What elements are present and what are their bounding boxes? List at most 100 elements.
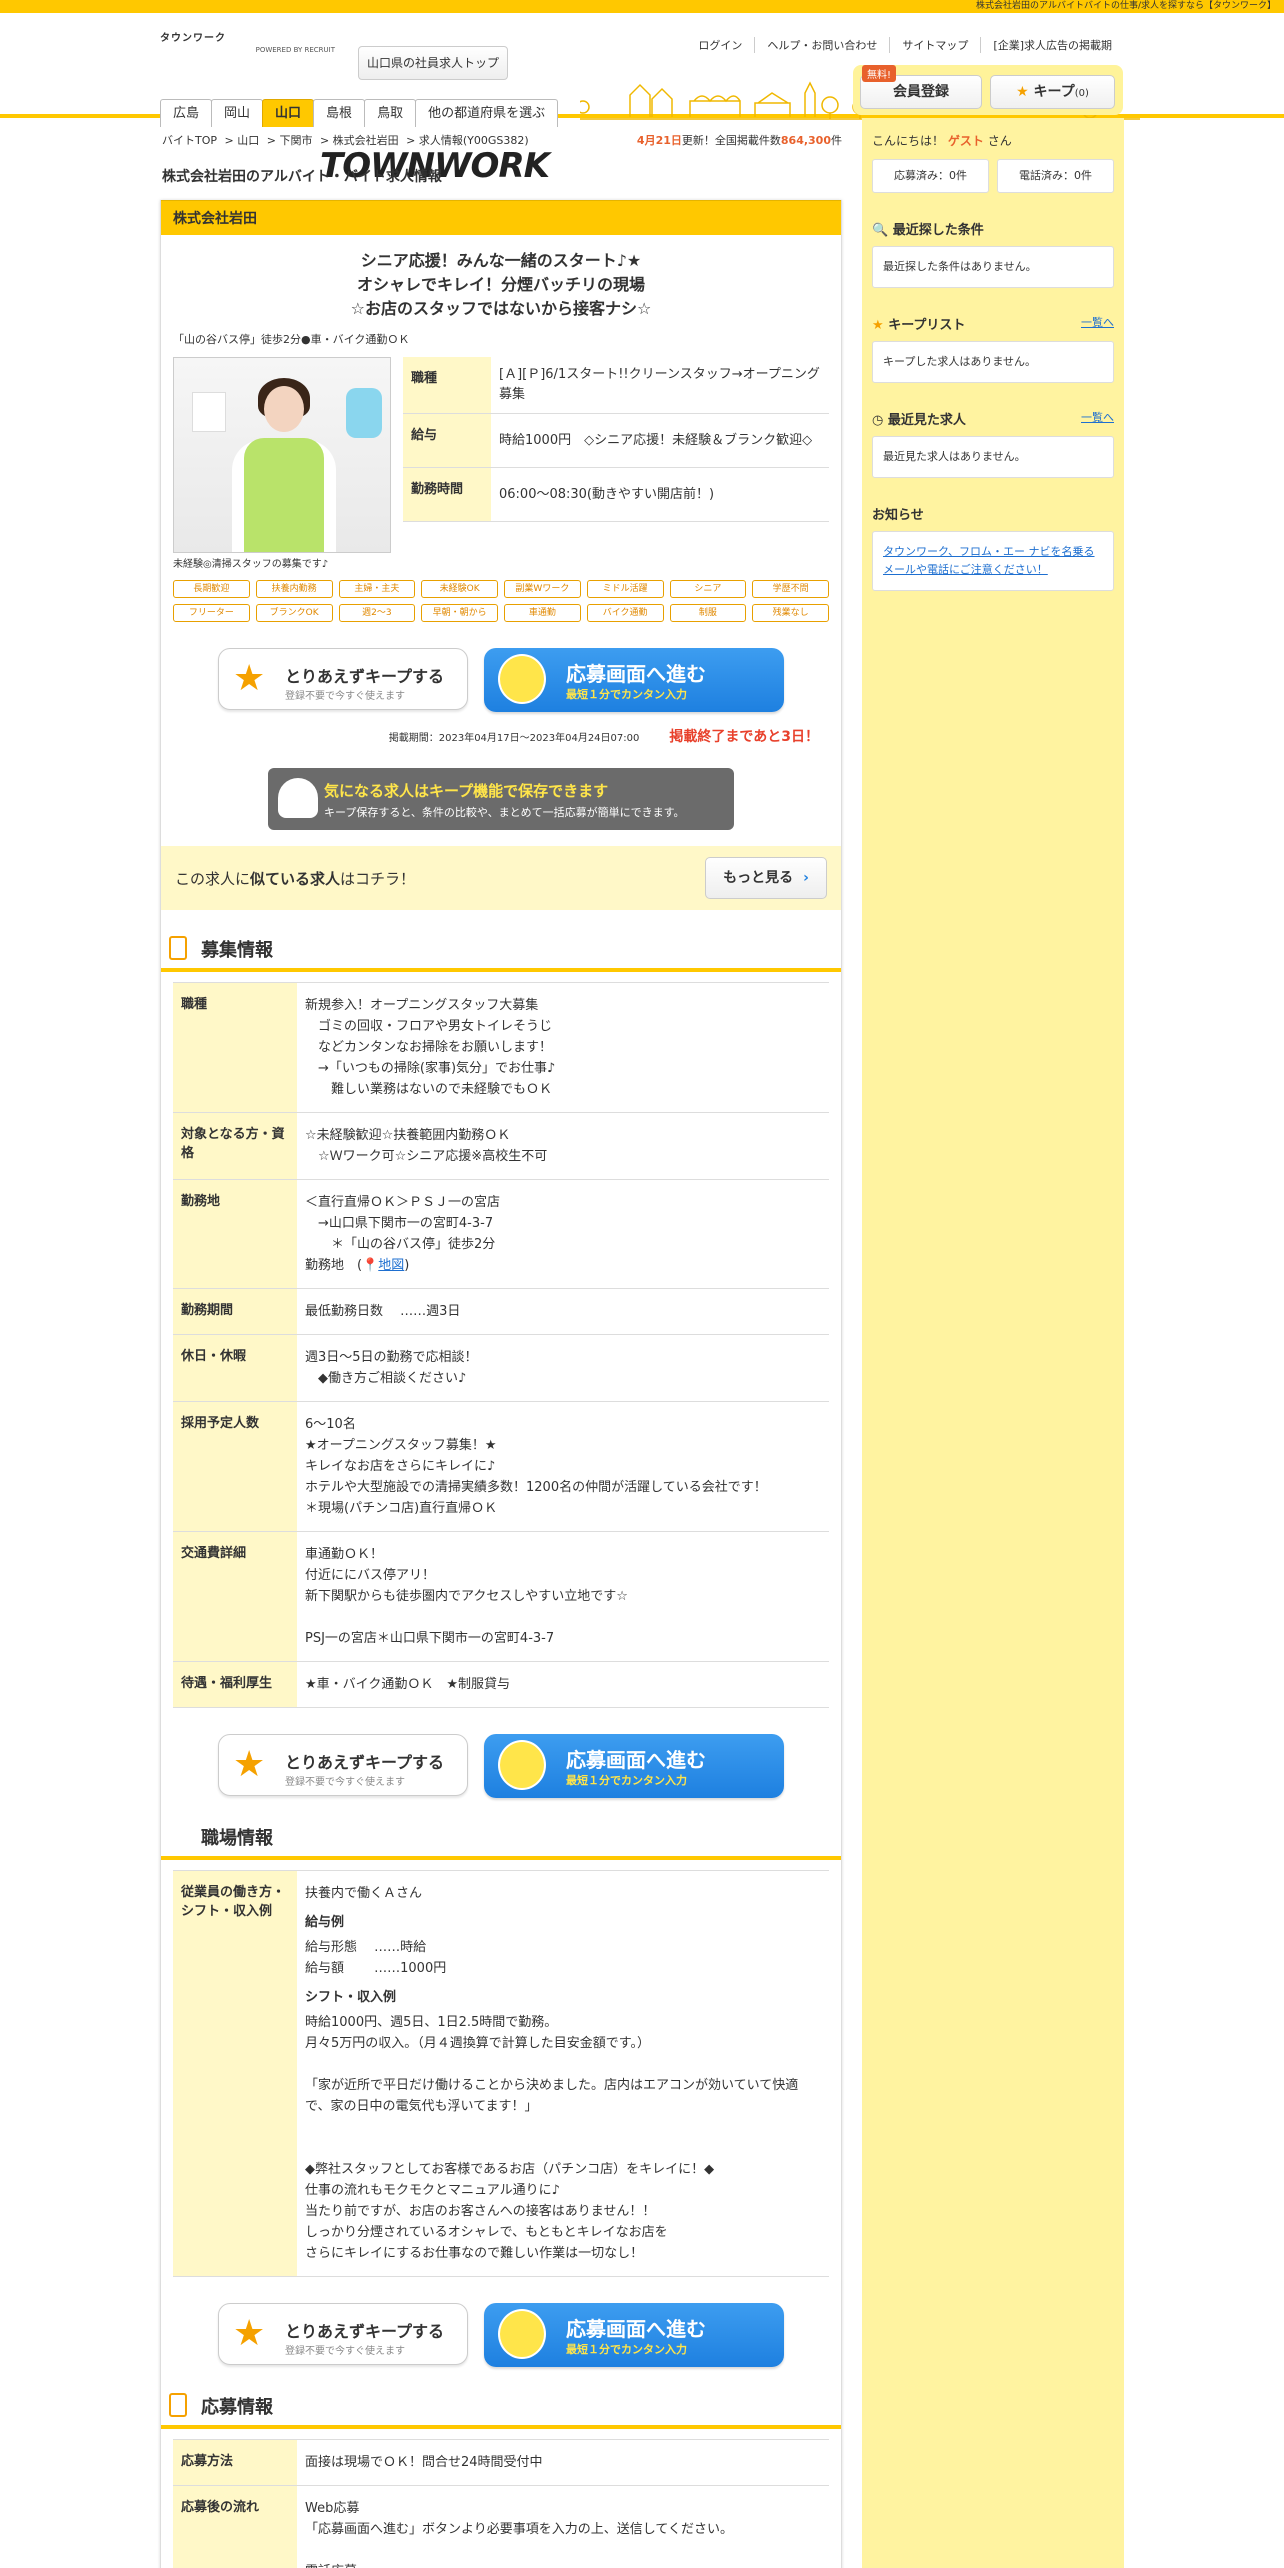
job-summary: 職種 [Ａ][Ｐ]6/1スタート!!クリーンスタッフ→オープニング募集 給与 時… — [173, 357, 829, 553]
row-key: 応募方法 — [173, 2440, 297, 2485]
keep-job-sub: 登録不要で今すぐ使えます — [285, 2346, 405, 2357]
feature-tag[interactable]: 学歴不問 — [752, 580, 829, 598]
action-buttons: ★ とりあえずキープする 登録不要で今すぐ使えます 応募画面へ進む 最短１分でカ… — [161, 1734, 841, 1798]
recent-view-box: 最近見た求人はありません。 — [872, 436, 1114, 478]
feature-tag[interactable]: 車通勤 — [504, 604, 581, 622]
help-link[interactable]: ヘルプ・お問い合わせ — [754, 37, 889, 53]
row-value: 新規参入！オープニングスタッフ大募集 ゴミの回収・フロアや男女トイレそうじ など… — [305, 998, 556, 1097]
row-key: 交通費詳細 — [173, 1532, 297, 1661]
section-title: 応募情報 — [201, 2397, 273, 2418]
feature-tag[interactable]: 副業Wワーク — [504, 580, 581, 598]
notice-link[interactable]: タウンワーク、フロム・エー ナビを名乗るメールや電話にご注意ください！ — [883, 545, 1095, 576]
free-badge: 無料! — [862, 65, 897, 82]
mascot-icon — [498, 654, 546, 704]
notice-heading: お知らせ — [872, 508, 924, 523]
map-pin-icon: 📍 — [362, 1258, 379, 1273]
similar-bold: 似ている求人 — [250, 869, 341, 888]
star-icon: ★ — [1016, 84, 1029, 100]
crumb-yamaguchi[interactable]: 山口 — [237, 134, 259, 147]
login-link[interactable]: ログイン — [686, 37, 754, 53]
table-row: 採用予定人数 6～10名 ★オープニングスタッフ募集！★ キレイなお店をさらにキレ… — [173, 1402, 829, 1532]
shift-text: 時給1000円、週5日、1日2.5時間で勤務。 月々5万円の収入。（月４週換算で… — [305, 2015, 799, 2261]
more-label: もっと見る — [723, 870, 794, 886]
recent-view-link[interactable]: 一覧へ — [1081, 409, 1114, 428]
keep-job-button[interactable]: ★ とりあえずキープする 登録不要で今すぐ使えます — [218, 648, 468, 710]
recent-search-heading: 🔍 最近探した条件 — [872, 219, 1114, 238]
feature-tag[interactable]: 制服 — [669, 604, 747, 622]
company-name: 株式会社岩田 — [161, 200, 841, 235]
sitemap-link[interactable]: サイトマップ — [889, 37, 980, 53]
feature-tags: 長期歓迎 扶養内勤務 主婦・主夫 未経験OK 副業Wワーク ミドル活躍 シニア … — [173, 580, 829, 622]
more-button[interactable]: もっと見る › — [705, 857, 827, 899]
similar-jobs: この求人に似ている求人はコチラ！ もっと見る › — [161, 846, 841, 910]
job-card: 株式会社岩田 シニア応援！みんな一緒のスタート♪★ オシャレでキレイ！分煙バッチ… — [160, 200, 842, 2568]
keep-job-button[interactable]: ★ とりあえずキープする 登録不要で今すぐ使えます — [218, 2303, 468, 2365]
summary-value: 06:00～08:30(動きやすい開店前！) — [499, 486, 715, 502]
feature-tag[interactable]: 未経験OK — [421, 580, 498, 598]
mascot-icon — [498, 2309, 546, 2359]
keep-job-button[interactable]: ★ とりあえずキープする 登録不要で今すぐ使えます — [218, 1734, 468, 1796]
section-recruit: 募集情報 — [161, 936, 841, 972]
feature-tag[interactable]: 週2～3 — [338, 604, 416, 622]
table-row: 応募後の流れ Web応募 「応募画面へ進む」ボタンより必要事項を入力の上、送信して… — [173, 2486, 829, 2568]
pref-top-button[interactable]: 山口県の社員求人トップ — [358, 46, 508, 80]
site-header: タウンワーク TOWNWORK POWERED BY RECRUIT 山口県の社… — [0, 13, 1284, 183]
remain-days: 3日 — [781, 729, 805, 745]
townwork-logo[interactable]: タウンワーク TOWNWORK POWERED BY RECRUIT — [160, 29, 550, 183]
greeting: こんにちは！ ゲスト さん — [872, 132, 1114, 149]
section-title: 募集情報 — [201, 940, 273, 961]
row-key: 休日・休暇 — [173, 1335, 297, 1401]
apply-table: 応募方法 面接は現場でＯＫ！問合せ24時間受付中 応募後の流れ Web応募 「応募画… — [173, 2439, 829, 2568]
document-icon — [169, 936, 187, 960]
feature-tag[interactable]: 残業なし — [752, 604, 829, 622]
recent-search-box: 最近探した条件はありません。 — [872, 246, 1114, 288]
row-value: ☆未経験歓迎☆扶養範囲内勤務ＯＫ ☆Ｗワーク可☆シニア応援※高校生不可 — [305, 1128, 548, 1164]
feature-tag[interactable]: ミドル活躍 — [586, 580, 664, 598]
feature-tag[interactable]: 主婦・主夫 — [338, 580, 416, 598]
row-key: 勤務地 — [173, 1180, 297, 1288]
feature-tag[interactable]: 長期歓迎 — [173, 580, 250, 598]
table-row: 職種 新規参入！オープニングスタッフ大募集 ゴミの回収・フロアや男女トイレそうじ … — [173, 983, 829, 1113]
table-row: 休日・休暇 週3日～5日の勤務で応相談！ ◆働き方ご相談ください♪ — [173, 1335, 829, 1402]
crumb-baito-top[interactable]: バイトTOP — [162, 134, 217, 147]
keep-list-link[interactable]: 一覧へ — [1081, 314, 1114, 333]
keep-list-title: キープリスト — [888, 318, 966, 333]
crumb-company[interactable]: 株式会社岩田 — [333, 134, 399, 147]
access-info: 「山の谷バス停」徒歩2分●車・バイク通勤ＯＫ — [173, 333, 410, 346]
notice-box: タウンワーク、フロム・エー ナビを名乗るメールや電話にご注意ください！ — [872, 531, 1114, 591]
corporate-ad-link[interactable]: [企業]求人広告の掲載期 — [980, 37, 1124, 53]
apply-button[interactable]: 応募画面へ進む 最短１分でカンタン入力 — [484, 1734, 784, 1798]
crumb-current: 求人情報(Y00GS382) — [418, 134, 529, 147]
map-link[interactable]: 地図 — [378, 1258, 404, 1273]
section-title: 職場情報 — [201, 1828, 273, 1849]
row-value: ★車・バイク通勤ＯＫ ★制服貸与 — [305, 1677, 511, 1692]
row-value: 6～10名 ★オープニングスタッフ募集！★ キレイなお店をさらにキレイに♪ ホテ… — [305, 1417, 767, 1516]
mascot-icon — [498, 1740, 546, 1790]
keep-label: キープ — [1033, 84, 1075, 100]
row-value: ＜直行直帰ＯＫ＞ＰＳＪ一の宮店 →山口県下関市一の宮町4-3-7 ＊「山の谷バス… — [305, 1195, 501, 1273]
summary-key: 給与 — [403, 414, 491, 467]
photo-caption: 未経験◎清掃スタッフの募集です♪ — [173, 559, 329, 570]
feature-tag[interactable]: フリーター — [173, 604, 250, 622]
keep-button[interactable]: ★ キープ(0) — [990, 75, 1115, 109]
crumb-shimonoseki[interactable]: 下関市 — [279, 134, 312, 147]
apply-button[interactable]: 応募画面へ進む 最短１分でカンタン入力 — [484, 648, 784, 712]
keep-feature-banner[interactable]: 気になる求人はキープ機能で保存できます キープ保存すると、条件の比較や、まとめて… — [268, 768, 734, 830]
remain-suffix: ！ — [805, 729, 819, 745]
table-row: 勤務期間 最低勤務日数 ……週3日 — [173, 1289, 829, 1335]
feature-tag[interactable]: シニア — [669, 580, 747, 598]
salary-lines: 給与形態 ……時給 給与額 ……1000円 — [305, 1940, 447, 1976]
feature-tag[interactable]: 扶養内勤務 — [255, 580, 333, 598]
logo-sub: POWERED BY RECRUIT — [255, 46, 335, 54]
update-text: 更新！全国掲載件数 — [681, 134, 781, 147]
row-key: 対象となる方・資格 — [173, 1113, 297, 1179]
feature-tag[interactable]: 早朝・朝から — [421, 604, 498, 622]
remain-prefix: 掲載終了まであと — [669, 729, 782, 745]
keep-job-sub: 登録不要で今すぐ使えます — [285, 691, 405, 702]
guest-name: ゲスト — [947, 134, 984, 148]
keep-list-box: キープした求人はありません。 — [872, 341, 1114, 383]
apply-button[interactable]: 応募画面へ進む 最短１分でカンタン入力 — [484, 2303, 784, 2367]
keep-job-label: とりあえずキープする — [285, 2322, 445, 2341]
feature-tag[interactable]: ブランクOK — [255, 604, 333, 622]
feature-tag[interactable]: バイク通勤 — [586, 604, 664, 622]
